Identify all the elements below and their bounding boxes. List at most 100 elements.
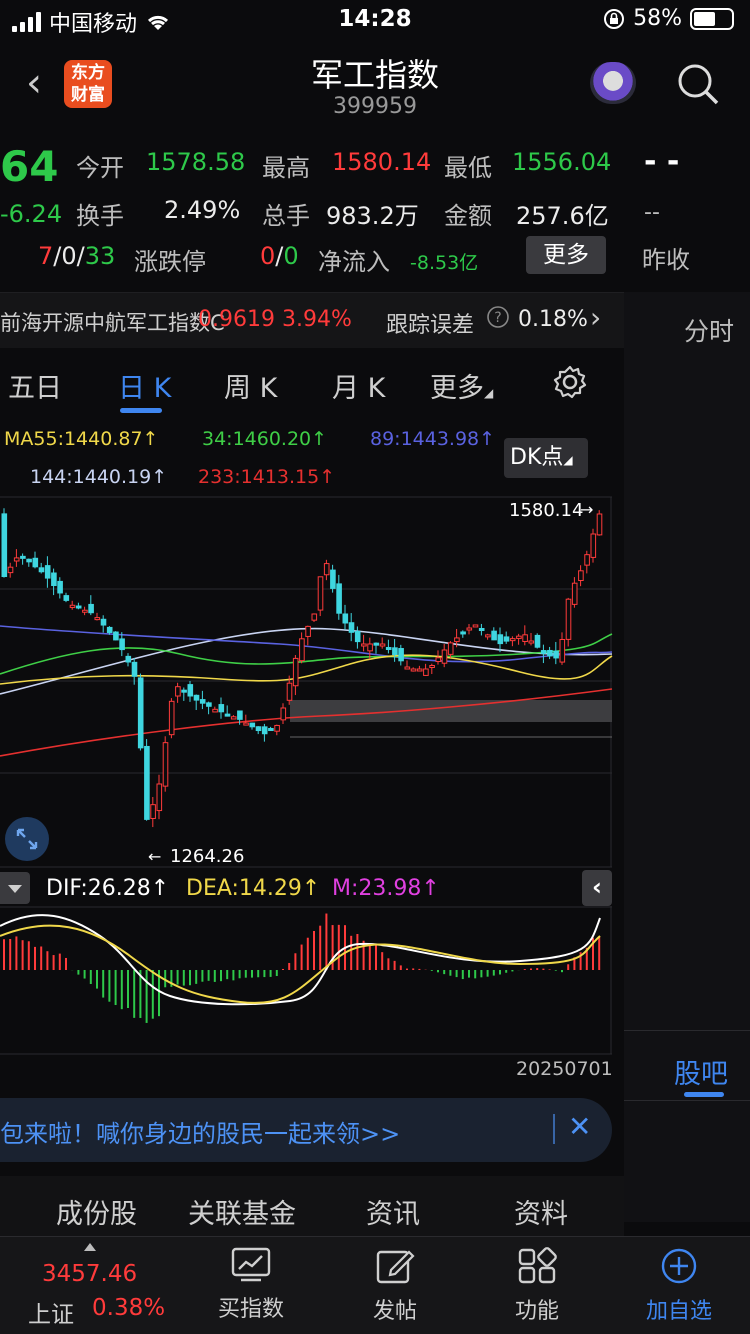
- tab-more[interactable]: 更多◢: [430, 366, 493, 405]
- candle-body: [125, 655, 132, 663]
- low-marker-arrow: ←: [148, 847, 161, 866]
- etf-pct: 3.94%: [282, 307, 352, 332]
- chevron-right-icon[interactable]: ›: [590, 301, 601, 334]
- candle-body: [57, 580, 63, 594]
- turnover-value: 2.49%: [164, 196, 241, 224]
- help-icon[interactable]: ?: [486, 305, 510, 334]
- candle-body: [454, 637, 460, 643]
- candle-body: [88, 603, 94, 614]
- candle-body: [131, 661, 138, 677]
- candle-body: [243, 722, 249, 726]
- related-etf-row[interactable]: 前海开源中航军工指数C 0.9619 3.94% 跟踪误差 ? 0.18% ›: [0, 292, 624, 348]
- candle-body: [348, 622, 355, 633]
- netflow-value: -8.53亿: [410, 252, 479, 274]
- candle-body: [354, 630, 361, 643]
- candle-body: [187, 684, 194, 697]
- sh-index-pct[interactable]: 0.38%: [92, 1295, 165, 1321]
- index-code: 399959: [333, 94, 417, 119]
- tab-day-k[interactable]: 日 K: [118, 366, 171, 405]
- candle-body: [156, 783, 163, 812]
- candle-body: [336, 583, 342, 614]
- tab-news[interactable]: 资讯: [366, 1192, 420, 1231]
- candle-body: [106, 626, 113, 633]
- high-label: 最高: [262, 154, 310, 182]
- candle-body: [460, 631, 466, 635]
- candle-body: [137, 677, 144, 749]
- tab-week-k[interactable]: 周 K: [224, 366, 277, 405]
- more-quote-button[interactable]: 更多: [526, 236, 606, 274]
- tab-guba[interactable]: 股吧: [674, 1052, 728, 1091]
- svg-text:?: ?: [494, 310, 501, 326]
- low-marker-label: 1264.26: [170, 846, 244, 867]
- candle-body: [472, 624, 479, 628]
- candlestick-chart[interactable]: 1580.14 → ← 1264.26: [0, 494, 624, 874]
- candle-body: [119, 638, 125, 651]
- sh-index-value[interactable]: 3457.46: [42, 1261, 137, 1287]
- ma89-label: 89:1443.98↑: [370, 428, 496, 450]
- current-price: 64: [0, 142, 59, 191]
- candle-body: [590, 533, 597, 558]
- functions-button[interactable]: 功能: [482, 1247, 592, 1325]
- corner-triangle-icon: ◢: [484, 386, 494, 400]
- sh-index-name[interactable]: 上证: [28, 1295, 74, 1329]
- candle-body: [385, 647, 392, 651]
- right-dash-small: --: [644, 200, 660, 225]
- chevron-left-icon[interactable]: ‹: [582, 870, 612, 906]
- candle-body: [311, 613, 318, 621]
- tab-month-k[interactable]: 月 K: [332, 366, 385, 405]
- candle-body: [485, 634, 491, 638]
- candle-body: [38, 567, 45, 573]
- assistant-robot-icon[interactable]: [590, 62, 636, 104]
- candles: [1, 508, 603, 828]
- tab-fenshi[interactable]: 分时: [684, 312, 734, 348]
- tab-components[interactable]: 成份股: [56, 1192, 137, 1231]
- candle-body: [509, 638, 516, 642]
- candle-body: [224, 713, 231, 717]
- candle-body: [82, 609, 88, 613]
- tab-related-funds[interactable]: 关联基金: [188, 1192, 296, 1231]
- amount-label: 金额: [444, 202, 492, 230]
- candle-body: [379, 643, 386, 647]
- divider: [624, 1030, 750, 1031]
- etf-price: 0.9619: [198, 307, 275, 332]
- dk-point-button[interactable]: DK点◢: [504, 438, 588, 478]
- bottom-toolbar: 3457.46 上证 0.38% 买指数 发帖 功能 加自选: [0, 1236, 750, 1334]
- promo-banner[interactable]: 包来啦！喊你身边的股民一起来领>> ✕: [0, 1098, 612, 1162]
- candle-body: [113, 631, 119, 641]
- price-change: -6.24: [0, 200, 63, 228]
- tab-five-day[interactable]: 五日: [8, 366, 62, 405]
- candle-body: [20, 555, 26, 559]
- post-label: 发帖: [372, 1299, 417, 1324]
- post-button[interactable]: 发帖: [340, 1247, 450, 1325]
- add-watchlist-button[interactable]: 加自选: [624, 1247, 734, 1325]
- search-icon[interactable]: [676, 62, 720, 106]
- close-icon[interactable]: ✕: [568, 1110, 591, 1143]
- low-value: 1556.04: [512, 148, 612, 176]
- volume-profile-band: [290, 700, 612, 722]
- ma233-label: 233:1413.15↑: [198, 466, 336, 488]
- etf-name: 前海开源中航军工指数C: [0, 311, 225, 335]
- gear-icon[interactable]: [552, 364, 588, 400]
- corner-triangle-icon: ◢: [563, 453, 573, 467]
- candle-body: [206, 702, 212, 707]
- candle-body: [212, 708, 218, 713]
- candle-body: [435, 657, 442, 663]
- candle-body: [94, 617, 101, 621]
- dk-point-label: DK点: [510, 445, 564, 470]
- buy-index-button[interactable]: 买指数: [196, 1247, 306, 1323]
- macd-bars: [3, 913, 601, 1023]
- ma34-label: 34:1460.20↑: [202, 428, 328, 450]
- candle-body: [528, 640, 535, 644]
- right-dash: - -: [644, 144, 680, 179]
- candle-body: [51, 572, 57, 587]
- candle-body: [249, 722, 256, 728]
- fullscreen-icon[interactable]: [5, 817, 49, 861]
- apps-grid-icon: [518, 1247, 557, 1284]
- macd-prev-indicator-button[interactable]: [0, 872, 30, 904]
- rotation-lock-icon: [604, 8, 625, 29]
- candle-body: [516, 635, 522, 639]
- tab-profile[interactable]: 资料: [514, 1192, 568, 1231]
- candle-body: [447, 642, 454, 655]
- guba-underline: [684, 1092, 724, 1097]
- candle-body: [292, 657, 299, 687]
